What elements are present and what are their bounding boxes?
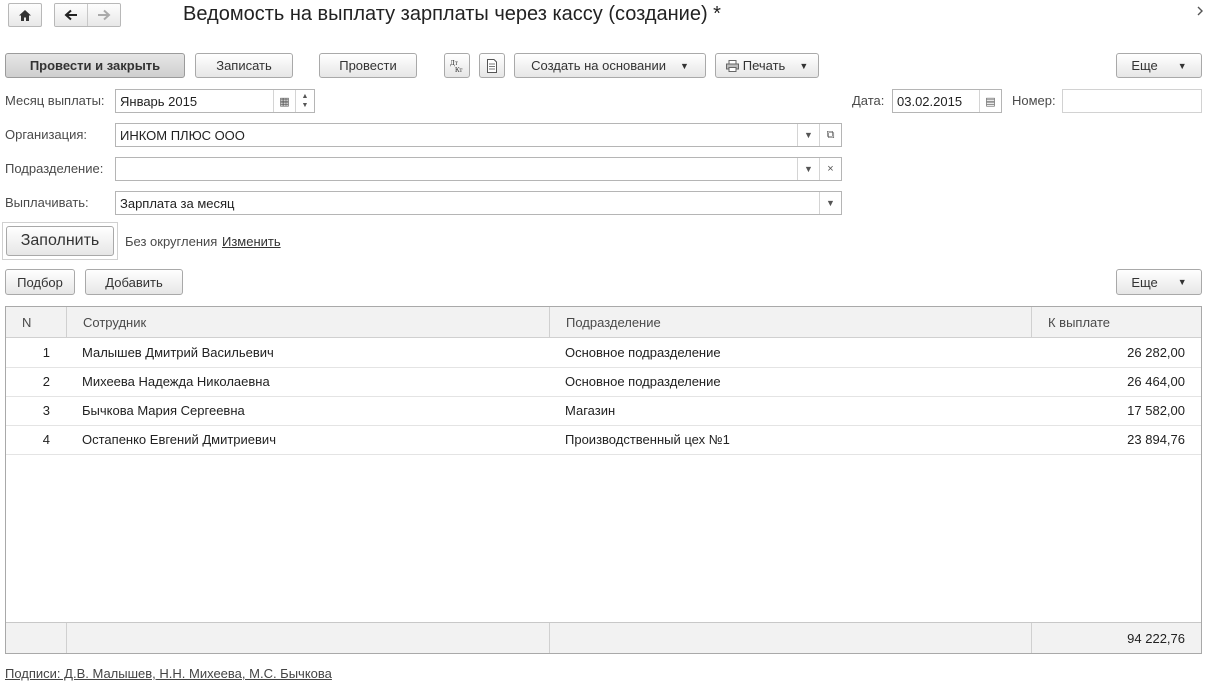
- table-row[interactable]: 1 Малышев Дмитрий Васильевич Основное по…: [6, 338, 1201, 368]
- month-stepper[interactable]: ▲ ▼: [295, 90, 314, 112]
- column-header-n[interactable]: N: [6, 307, 66, 337]
- footer-cell: [549, 623, 1031, 653]
- history-nav: [54, 3, 121, 27]
- home-button[interactable]: [8, 3, 42, 27]
- column-header-amount[interactable]: К выплате: [1031, 307, 1201, 337]
- date-field[interactable]: 03.02.2015 ▤: [892, 89, 1002, 113]
- amount-cell: 23 894,76: [1127, 432, 1185, 447]
- dt-kt-button[interactable]: Дт Кт: [444, 53, 470, 78]
- number-field[interactable]: [1062, 89, 1202, 113]
- more-button[interactable]: Еще ▼: [1116, 53, 1202, 78]
- post-button[interactable]: Провести: [319, 53, 417, 78]
- chevron-right-icon[interactable]: [1196, 5, 1206, 21]
- open-icon[interactable]: ⧉: [819, 124, 841, 146]
- month-value: Январь 2015: [120, 93, 198, 109]
- pay-field[interactable]: Зарплата за месяц ▼: [115, 191, 842, 215]
- table-header: N Сотрудник Подразделение К выплате: [6, 307, 1201, 338]
- create-based-on-label: Создать на основании: [531, 58, 666, 73]
- department-cell: Производственный цех №1: [565, 432, 730, 447]
- dept-value: [116, 158, 797, 180]
- save-button[interactable]: Записать: [195, 53, 293, 78]
- amount-cell: 17 582,00: [1127, 403, 1185, 418]
- more-label: Еще: [1131, 58, 1158, 73]
- number-label: Номер:: [1012, 93, 1056, 108]
- employee-cell: Михеева Надежда Николаевна: [82, 374, 270, 389]
- table-more-button[interactable]: Еще ▼: [1116, 269, 1202, 295]
- forward-button[interactable]: [87, 4, 120, 26]
- department-cell: Магазин: [565, 403, 616, 418]
- step-down-icon[interactable]: ▼: [302, 101, 309, 110]
- table-footer: 94 222,76: [6, 622, 1201, 653]
- department-cell: Основное подразделение: [565, 374, 721, 389]
- table-more-label: Еще: [1131, 274, 1158, 290]
- document-button[interactable]: [479, 53, 505, 78]
- calendar-icon[interactable]: ▦: [273, 90, 295, 112]
- clear-icon[interactable]: ×: [819, 158, 841, 180]
- column-header-department[interactable]: Подразделение: [549, 307, 1031, 337]
- column-header-employee[interactable]: Сотрудник: [66, 307, 549, 337]
- row-number: 3: [42, 403, 50, 418]
- amount-cell: 26 282,00: [1127, 345, 1185, 360]
- payroll-table: N Сотрудник Подразделение К выплате 1 Ма…: [5, 306, 1202, 654]
- signatures-link[interactable]: Подписи: Д.В. Малышев, Н.Н. Михеева, М.С…: [5, 666, 332, 682]
- org-label: Организация:: [5, 127, 88, 142]
- back-button[interactable]: [55, 4, 87, 26]
- rounding-text: Без округления: [125, 234, 218, 249]
- table-row[interactable]: 2 Михеева Надежда Николаевна Основное по…: [6, 367, 1201, 397]
- page-title: Ведомость на выплату зарплаты через касс…: [183, 3, 721, 25]
- chevron-down-icon: ▼: [1177, 277, 1187, 287]
- table-row[interactable]: 3 Бычкова Мария Сергеевна Магазин 17 582…: [6, 396, 1201, 426]
- post-and-close-button[interactable]: Провести и закрыть: [5, 53, 185, 78]
- printer-icon: [725, 59, 739, 72]
- employee-cell: Малышев Дмитрий Васильевич: [82, 345, 274, 360]
- arrow-right-icon: [98, 9, 111, 21]
- org-value: ИНКОМ ПЛЮС ООО: [120, 127, 245, 143]
- chevron-down-icon: ▼: [799, 60, 809, 71]
- chevron-down-icon[interactable]: ▼: [797, 158, 819, 180]
- home-icon: [19, 9, 31, 21]
- step-up-icon[interactable]: ▲: [302, 92, 309, 101]
- org-field[interactable]: ИНКОМ ПЛЮС ООО ▼ ⧉: [115, 123, 842, 147]
- amount-cell: 26 464,00: [1127, 374, 1185, 389]
- chevron-down-icon[interactable]: ▼: [797, 124, 819, 146]
- month-label: Месяц выплаты:: [5, 93, 105, 108]
- pay-label: Выплачивать:: [5, 195, 89, 210]
- date-label: Дата:: [852, 93, 885, 108]
- row-number: 1: [42, 345, 50, 360]
- chevron-down-icon: ▼: [1177, 60, 1187, 71]
- print-label: Печать: [742, 58, 786, 73]
- document-icon: [487, 58, 497, 73]
- total-amount: 94 222,76: [1031, 623, 1201, 653]
- add-button[interactable]: Добавить: [85, 269, 183, 295]
- svg-text:Кт: Кт: [455, 66, 462, 74]
- employee-cell: Бычкова Мария Сергеевна: [82, 403, 245, 418]
- calendar-icon[interactable]: ▤: [979, 90, 1001, 112]
- print-button[interactable]: Печать ▼: [715, 53, 819, 78]
- employee-cell: Остапенко Евгений Дмитриевич: [82, 432, 276, 447]
- dt-kt-icon: Дт Кт: [450, 59, 462, 74]
- dept-field[interactable]: ▼ ×: [115, 157, 842, 181]
- pick-button[interactable]: Подбор: [5, 269, 75, 295]
- footer-cell: [6, 623, 66, 653]
- department-cell: Основное подразделение: [565, 345, 721, 360]
- table-row[interactable]: 4 Остапенко Евгений Дмитриевич Производс…: [6, 425, 1201, 455]
- create-based-on-button[interactable]: Создать на основании ▼: [514, 53, 706, 78]
- change-rounding-link[interactable]: Изменить: [222, 234, 281, 250]
- chevron-down-icon: ▼: [679, 60, 689, 71]
- date-value: 03.02.2015: [897, 93, 963, 109]
- fill-button[interactable]: Заполнить: [6, 226, 114, 256]
- dept-label: Подразделение:: [5, 161, 104, 176]
- chevron-down-icon[interactable]: ▼: [819, 192, 841, 214]
- row-number: 4: [42, 432, 50, 447]
- month-field[interactable]: Январь 2015 ▦ ▲ ▼: [115, 89, 315, 113]
- footer-cell: [66, 623, 549, 653]
- pay-value: Зарплата за месяц: [120, 195, 235, 211]
- number-value: [1063, 90, 1201, 112]
- row-number: 2: [42, 374, 50, 389]
- arrow-left-icon: [64, 9, 77, 21]
